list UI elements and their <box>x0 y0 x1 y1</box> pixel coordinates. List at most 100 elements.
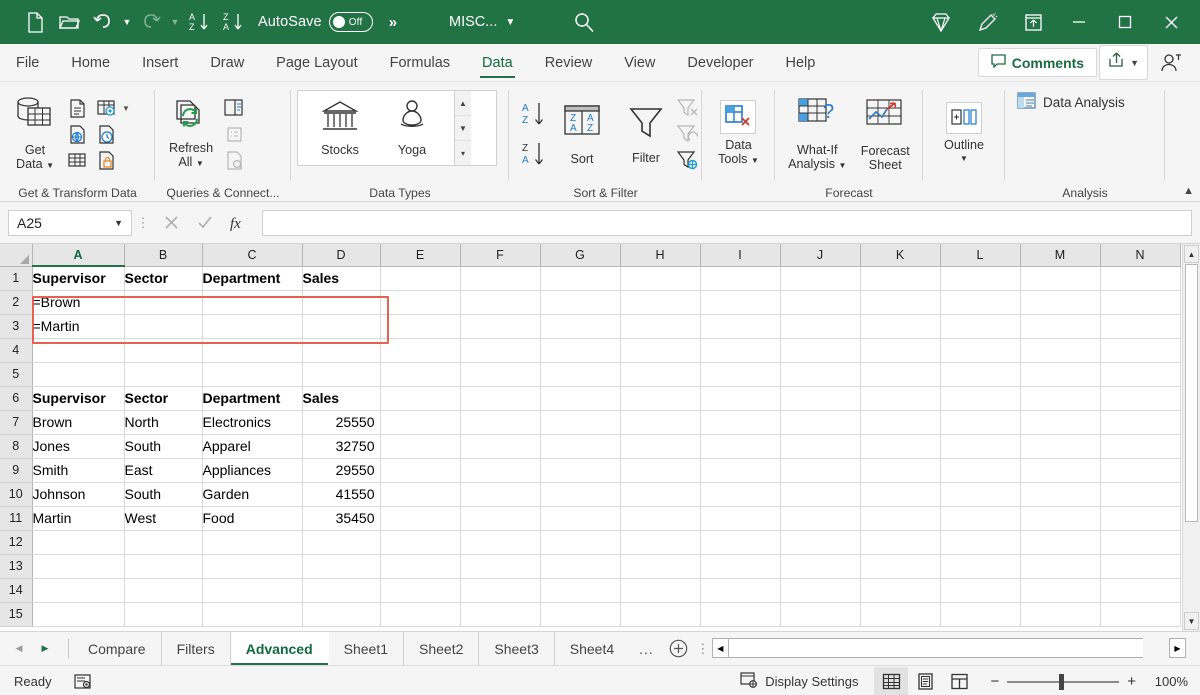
cell-K5[interactable] <box>860 362 940 386</box>
cell-A2[interactable]: =Brown <box>32 290 124 314</box>
cell-D8[interactable]: 32750 <box>302 434 380 458</box>
share-caret-icon[interactable]: ▼ <box>1130 58 1139 68</box>
tab-developer[interactable]: Developer <box>671 44 769 81</box>
cell-B3[interactable] <box>124 314 202 338</box>
cell-L12[interactable] <box>940 530 1020 554</box>
cell-A12[interactable] <box>32 530 124 554</box>
cell-J1[interactable] <box>780 266 860 290</box>
column-header-B[interactable]: B <box>124 244 202 266</box>
tab-data[interactable]: Data <box>466 44 529 81</box>
cell-M8[interactable] <box>1020 434 1100 458</box>
column-header-E[interactable]: E <box>380 244 460 266</box>
tab-review[interactable]: Review <box>529 44 609 81</box>
cell-C3[interactable] <box>202 314 302 338</box>
cell-G9[interactable] <box>540 458 620 482</box>
cell-E11[interactable] <box>380 506 460 530</box>
cell-F11[interactable] <box>460 506 540 530</box>
maximize-button[interactable] <box>1102 0 1148 44</box>
cell-G8[interactable] <box>540 434 620 458</box>
cell-E8[interactable] <box>380 434 460 458</box>
cell-K12[interactable] <box>860 530 940 554</box>
cell-H14[interactable] <box>620 578 700 602</box>
tab-formulas[interactable]: Formulas <box>374 44 466 81</box>
cell-N3[interactable] <box>1100 314 1180 338</box>
cell-E6[interactable] <box>380 386 460 410</box>
ribbon-display-options-icon[interactable] <box>1010 0 1056 44</box>
cell-B9[interactable]: East <box>124 458 202 482</box>
cell-A1[interactable]: Supervisor <box>32 266 124 290</box>
cell-I6[interactable] <box>700 386 780 410</box>
cell-D9[interactable]: 29550 <box>302 458 380 482</box>
from-table-range-icon[interactable] <box>93 96 119 121</box>
cell-K9[interactable] <box>860 458 940 482</box>
cell-K4[interactable] <box>860 338 940 362</box>
cell-L13[interactable] <box>940 554 1020 578</box>
cell-J7[interactable] <box>780 410 860 434</box>
autosave-switch[interactable]: Off <box>329 12 373 32</box>
cell-E14[interactable] <box>380 578 460 602</box>
more-commands-icon[interactable]: » <box>389 14 397 31</box>
cell-L5[interactable] <box>940 362 1020 386</box>
cell-H12[interactable] <box>620 530 700 554</box>
cell-M11[interactable] <box>1020 506 1100 530</box>
cell-D12[interactable] <box>302 530 380 554</box>
tab-draw[interactable]: Draw <box>194 44 260 81</box>
column-header-H[interactable]: H <box>620 244 700 266</box>
clear-filter-icon[interactable] <box>675 96 701 121</box>
cell-D15[interactable] <box>302 602 380 626</box>
add-sheet-button[interactable] <box>664 632 694 665</box>
cell-J14[interactable] <box>780 578 860 602</box>
cell-B1[interactable]: Sector <box>124 266 202 290</box>
sort-button[interactable]: ZAAZ Sort <box>555 99 609 170</box>
cell-H3[interactable] <box>620 314 700 338</box>
cell-A11[interactable]: Martin <box>32 506 124 530</box>
scroll-right-icon[interactable]: ▶ <box>1169 638 1186 658</box>
cell-D4[interactable] <box>302 338 380 362</box>
cell-B11[interactable]: West <box>124 506 202 530</box>
cell-G7[interactable] <box>540 410 620 434</box>
cell-F1[interactable] <box>460 266 540 290</box>
cell-C12[interactable] <box>202 530 302 554</box>
cell-G6[interactable] <box>540 386 620 410</box>
data-type-yoga[interactable]: Yoga <box>376 99 448 157</box>
cell-H8[interactable] <box>620 434 700 458</box>
previous-sheet-icon[interactable]: ◀ <box>6 634 32 664</box>
cell-L7[interactable] <box>940 410 1020 434</box>
cell-H9[interactable] <box>620 458 700 482</box>
cancel-entry-icon[interactable] <box>154 209 188 237</box>
cell-J2[interactable] <box>780 290 860 314</box>
cell-N6[interactable] <box>1100 386 1180 410</box>
cell-G2[interactable] <box>540 290 620 314</box>
data-types-scroll-up-icon[interactable]: ▲ <box>455 91 471 116</box>
tab-home[interactable]: Home <box>55 44 126 81</box>
cell-C13[interactable] <box>202 554 302 578</box>
cell-F14[interactable] <box>460 578 540 602</box>
cell-C8[interactable]: Apparel <box>202 434 302 458</box>
cell-C11[interactable]: Food <box>202 506 302 530</box>
cell-E2[interactable] <box>380 290 460 314</box>
cell-N1[interactable] <box>1100 266 1180 290</box>
cell-N14[interactable] <box>1100 578 1180 602</box>
cell-A8[interactable]: Jones <box>32 434 124 458</box>
name-box[interactable]: A25 ▼ <box>8 210 132 236</box>
cell-C1[interactable]: Department <box>202 266 302 290</box>
row-header-15[interactable]: 15 <box>0 602 32 626</box>
forecast-sheet-button[interactable]: Forecast Sheet <box>854 93 917 176</box>
cell-H2[interactable] <box>620 290 700 314</box>
cell-F4[interactable] <box>460 338 540 362</box>
cell-A5[interactable] <box>32 362 124 386</box>
cell-G1[interactable] <box>540 266 620 290</box>
cell-E12[interactable] <box>380 530 460 554</box>
data-tools-button[interactable]: Data Tools ▼ <box>710 96 767 172</box>
what-if-analysis-button[interactable]: ? What-If Analysis ▼ <box>781 92 854 177</box>
cell-I15[interactable] <box>700 602 780 626</box>
cell-K13[interactable] <box>860 554 940 578</box>
cell-I2[interactable] <box>700 290 780 314</box>
cell-H6[interactable] <box>620 386 700 410</box>
next-sheet-icon[interactable]: ▶ <box>32 634 58 664</box>
normal-view-icon[interactable] <box>874 667 908 695</box>
cell-E3[interactable] <box>380 314 460 338</box>
row-header-8[interactable]: 8 <box>0 434 32 458</box>
cell-I8[interactable] <box>700 434 780 458</box>
cell-H4[interactable] <box>620 338 700 362</box>
